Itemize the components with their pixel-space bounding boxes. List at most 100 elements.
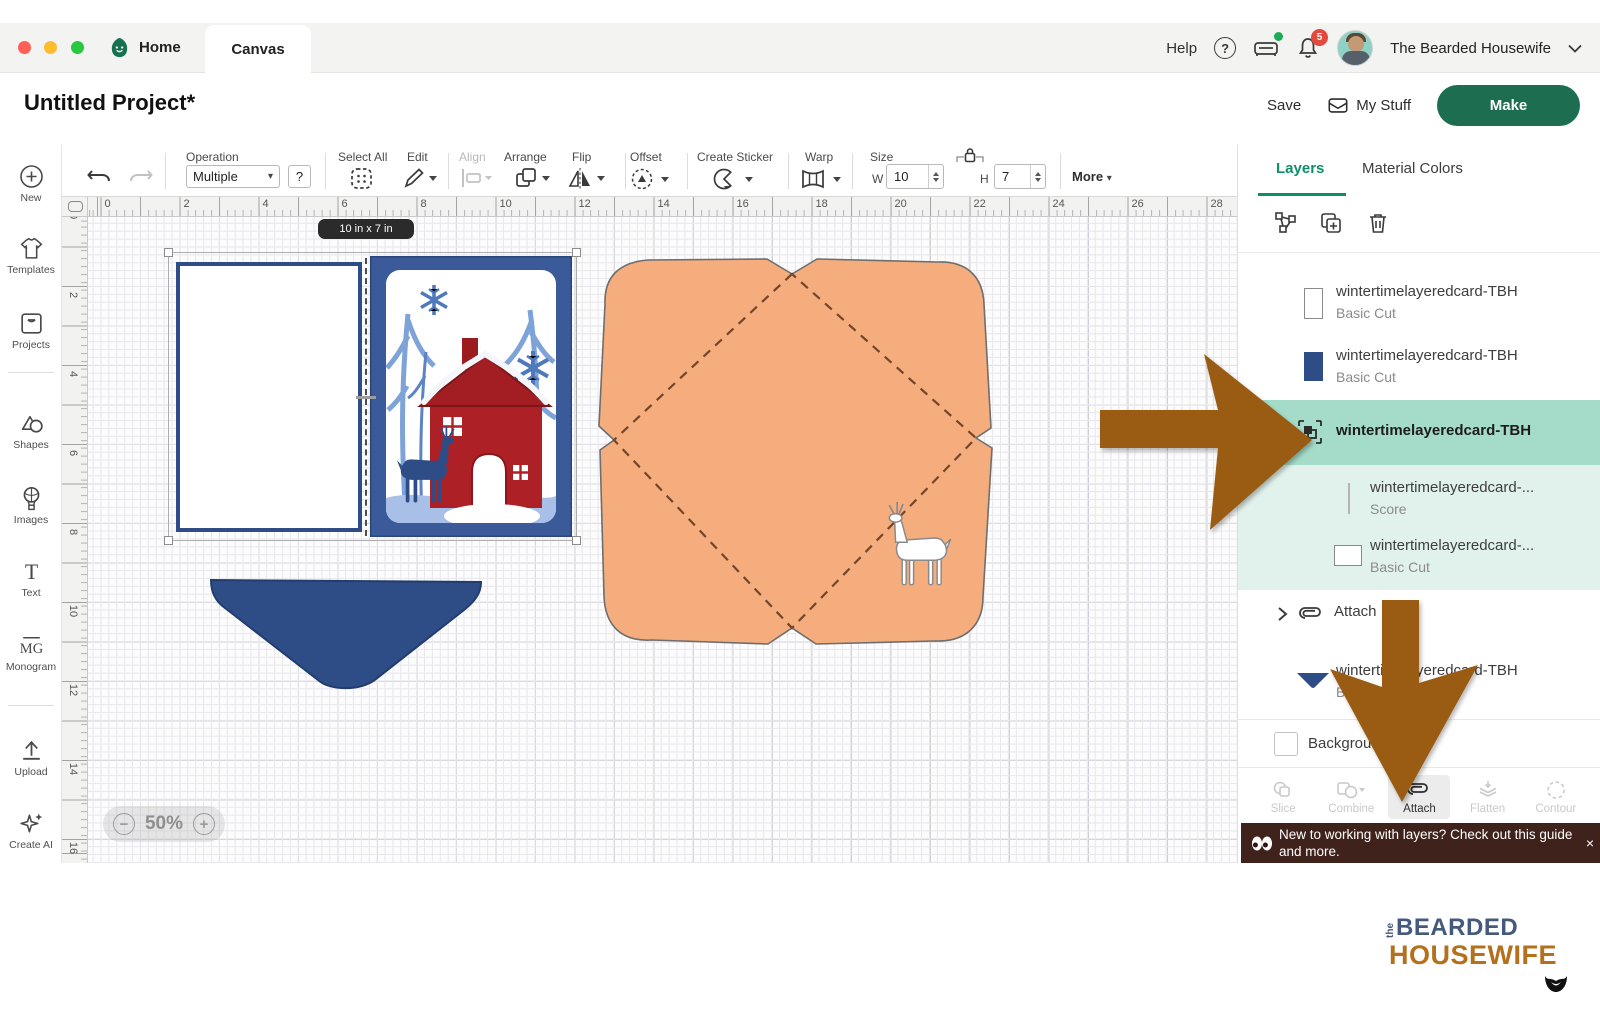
help-link[interactable]: Help	[1166, 40, 1197, 57]
width-input[interactable]: 10	[886, 164, 944, 189]
svg-text:MG: MG	[19, 641, 43, 657]
create-sticker-button[interactable]	[712, 167, 756, 191]
slice-button[interactable]: Slice	[1252, 779, 1314, 815]
canvas-grid[interactable]: 10 in x 7 in − 50% +	[88, 217, 1237, 863]
sidebar-item-upload[interactable]: Upload	[0, 737, 62, 778]
help-question-icon[interactable]: ?	[1214, 37, 1237, 59]
make-button[interactable]: Make	[1437, 85, 1580, 126]
slice-label: Slice	[1270, 802, 1296, 815]
eyes-icon	[1251, 836, 1273, 851]
layer-subtitle: Basic Cut	[1336, 369, 1396, 385]
toolbar-divider	[852, 153, 853, 189]
sidebar-item-label: Images	[13, 514, 49, 526]
images-icon	[0, 485, 62, 512]
ruler-label: 10	[499, 198, 512, 210]
card-front-panel[interactable]	[370, 256, 572, 537]
minimize-window-button[interactable]	[44, 41, 58, 54]
sidebar-item-new[interactable]: New	[0, 163, 62, 204]
ruler-label: 0	[104, 198, 111, 210]
sidebar-item-create-ai[interactable]: Create AI	[0, 810, 62, 851]
warp-button[interactable]	[800, 167, 846, 191]
card-artwork-group[interactable]	[164, 248, 581, 545]
selection-handle-se[interactable]	[572, 536, 581, 545]
my-stuff-button[interactable]: My Stuff	[1327, 96, 1411, 115]
contour-button[interactable]: Contour	[1525, 779, 1587, 815]
tab-layers[interactable]: Layers	[1276, 160, 1324, 177]
sidebar-item-templates[interactable]: Templates	[0, 235, 62, 276]
toolbar-divider	[788, 153, 789, 189]
close-window-button[interactable]	[18, 41, 31, 54]
layer-thumbnail	[1304, 288, 1323, 319]
account-chevron-down-icon[interactable]	[1568, 44, 1582, 53]
card-inner-panel[interactable]	[176, 262, 362, 532]
flip-button[interactable]	[567, 167, 607, 190]
duplicate-layer-icon[interactable]	[1319, 211, 1343, 235]
tab-canvas[interactable]: Canvas	[205, 25, 311, 73]
watermark-line1: BEARDED	[1396, 914, 1519, 941]
toolbar-divider	[325, 153, 326, 189]
sidebar-item-shapes[interactable]: Shapes	[0, 410, 62, 451]
sidebar-item-label: Monogram	[5, 661, 57, 673]
ruler-label: 10	[67, 604, 79, 618]
warp-label: Warp	[805, 150, 834, 164]
layer-row[interactable]: wintertimelayeredcard-TBH Basic Cut	[1238, 265, 1600, 329]
machine-status-icon[interactable]	[1253, 32, 1284, 60]
sidebar-divider	[8, 705, 54, 706]
my-stuff-icon	[1327, 96, 1349, 115]
page-title: Untitled Project*	[24, 90, 196, 115]
width-stepper[interactable]	[928, 165, 943, 188]
zoom-control: − 50% +	[103, 806, 225, 842]
sidebar-item-text[interactable]: T Text	[0, 558, 62, 599]
text-icon: T	[0, 558, 62, 585]
ruler-label: 28	[1210, 198, 1223, 210]
chevron-right-icon[interactable]	[1276, 606, 1288, 622]
operation-help-button[interactable]: ?	[288, 165, 311, 188]
offset-button[interactable]	[630, 167, 672, 191]
arrange-button[interactable]	[514, 167, 552, 190]
ruler-origin-toggle[interactable]	[62, 197, 88, 217]
tab-material-colors[interactable]: Material Colors	[1362, 160, 1463, 177]
tab-home[interactable]: Home	[108, 23, 181, 71]
background-checkbox[interactable]	[1274, 732, 1298, 756]
redo-button[interactable]	[128, 167, 154, 187]
layers-guide-toast: New to working with layers? Check out th…	[1241, 823, 1600, 863]
more-button[interactable]: More ▾	[1072, 169, 1112, 184]
sidebar-item-monogram[interactable]: MG Monogram	[0, 632, 62, 673]
toast-close-icon[interactable]: ×	[1586, 835, 1594, 852]
avatar[interactable]	[1337, 30, 1374, 66]
zoom-window-button[interactable]	[70, 41, 84, 54]
ruler-label: 6	[67, 449, 79, 457]
envelope-artwork[interactable]	[590, 250, 1002, 654]
delete-layer-icon[interactable]	[1366, 211, 1390, 235]
undo-button[interactable]	[86, 167, 112, 187]
make-label: Make	[1489, 97, 1528, 114]
lock-aspect-icon[interactable]	[955, 146, 985, 164]
selection-handle-nw[interactable]	[164, 248, 173, 257]
select-all-button[interactable]	[350, 167, 373, 190]
notifications-bell-icon[interactable]: 5	[1296, 29, 1329, 60]
ruler-label: 12	[578, 198, 591, 210]
edit-button[interactable]	[402, 167, 438, 190]
zoom-out-button[interactable]: −	[112, 813, 135, 835]
beard-icon	[1542, 968, 1570, 996]
operation-select[interactable]: Multiple ▾	[186, 165, 280, 188]
sidebar-item-label: Create AI	[9, 839, 53, 851]
left-ruler: 0 2 4 6 8 10 12 14 16	[62, 217, 88, 863]
height-stepper[interactable]	[1030, 165, 1045, 188]
height-input[interactable]: 7	[994, 164, 1046, 189]
sidebar-item-projects[interactable]: Projects	[0, 310, 62, 351]
flap-liner-artwork[interactable]	[203, 575, 489, 705]
width-label: W	[872, 172, 884, 186]
selection-handle-ne[interactable]	[572, 248, 581, 257]
align-button[interactable]	[460, 167, 494, 189]
sidebar-item-images[interactable]: Images	[0, 485, 62, 526]
active-tab-underline	[1258, 193, 1346, 196]
ruler-label: 8	[67, 528, 79, 536]
selection-handle-sw[interactable]	[164, 536, 173, 545]
save-button[interactable]: Save	[1267, 97, 1301, 114]
group-layers-icon[interactable]	[1274, 211, 1298, 235]
sidebar-item-label: Templates	[7, 264, 55, 276]
sidebar-item-label: Upload	[14, 766, 48, 778]
offset-label: Offset	[630, 150, 662, 164]
zoom-in-button[interactable]: +	[193, 813, 216, 835]
